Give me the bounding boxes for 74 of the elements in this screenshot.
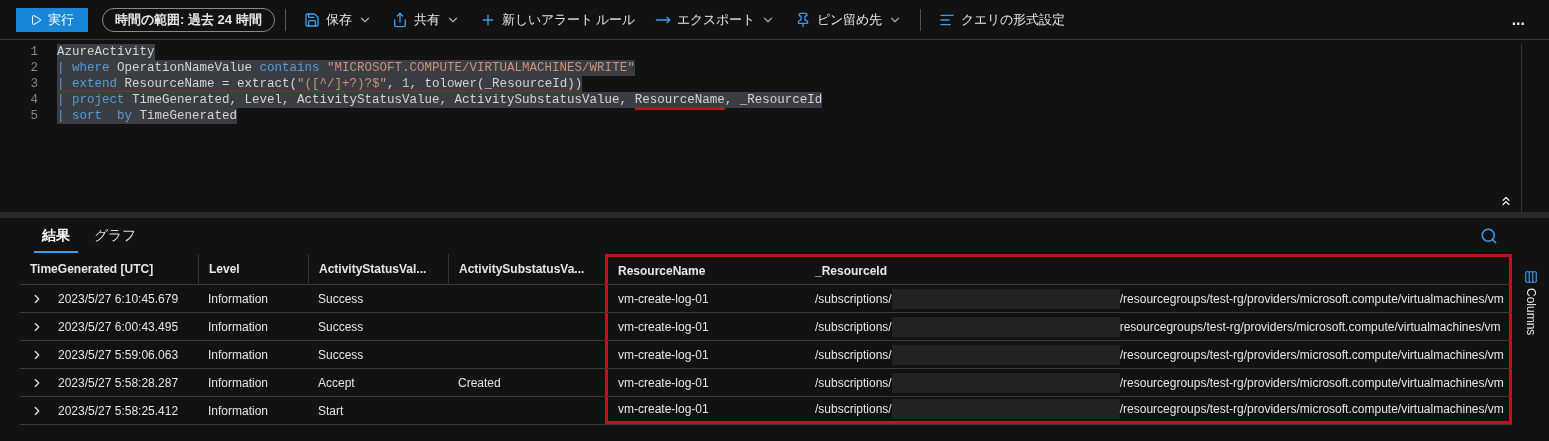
- table-cell-text: Information: [208, 290, 269, 308]
- table-cell-text: Information: [208, 346, 269, 364]
- table-cell-text: /subscriptions/: [815, 290, 892, 308]
- code-token: |: [57, 93, 66, 107]
- table-cell-text: /resourcegroups/test-rg/providers/microsoft.compute/virtualmachines/vm: [1119, 290, 1504, 308]
- table-cell-text: 2023/5/27 5:58:25.412: [58, 402, 179, 420]
- run-button[interactable]: 実行: [16, 7, 88, 32]
- table-cell-text: /subscriptions/: [815, 374, 892, 392]
- results-tab[interactable]: 結果: [34, 219, 78, 253]
- line-number: 3: [29, 76, 39, 92]
- table-cell-text: 2023/5/27 6:00:43.495: [58, 318, 179, 336]
- code-token: OperationNameValue: [116, 61, 254, 75]
- line-number: 4: [29, 92, 39, 108]
- table-cell-text: Success: [318, 290, 364, 308]
- table-cell-text: Success: [318, 346, 364, 364]
- table-cell-text: vm-create-log-01: [618, 374, 709, 392]
- table-cell-text: Information: [208, 374, 269, 392]
- table-cell-text: Information: [208, 318, 269, 336]
- table-cell-text: vm-create-log-01: [618, 318, 709, 336]
- code-token: AzureActivity: [57, 45, 155, 59]
- line-number: 2: [29, 60, 39, 76]
- table-cell-text: Success: [318, 318, 364, 336]
- table-cell-text: /resourcegroups/test-rg/providers/microsoft.compute/virtualmachines/vm: [1119, 346, 1504, 364]
- code-token: |: [57, 109, 66, 123]
- column-header[interactable]: Level: [198, 254, 308, 284]
- collapse-icon[interactable]: [1499, 194, 1513, 208]
- table-cell-text: Created: [458, 374, 501, 392]
- more-button[interactable]: ...: [1503, 7, 1533, 32]
- column-header[interactable]: ResourceName: [605, 254, 805, 284]
- search-icon[interactable]: [1480, 227, 1498, 245]
- table-cell-text: Accept: [318, 374, 355, 392]
- column-header[interactable]: ActivitySubstatusVa...: [448, 254, 605, 284]
- play-icon: [30, 13, 42, 26]
- code-token: project: [72, 93, 125, 107]
- table-cell-text: 2023/5/27 5:59:06.063: [58, 346, 179, 364]
- table-cell-text: /subscriptions/: [815, 401, 892, 418]
- table-cell-text: /resourcegroups/test-rg/providers/microsoft.compute/virtualmachines/vm: [1119, 374, 1504, 392]
- table-cell-text: vm-create-log-01: [618, 290, 709, 308]
- table-cell-text: Information: [208, 402, 269, 420]
- columns-icon: [1523, 270, 1538, 284]
- toolbar-button[interactable]: ピン留め先: [787, 5, 911, 34]
- column-header[interactable]: _ResourceId: [805, 254, 1512, 284]
- table-cell-text: vm-create-log-01: [618, 401, 709, 418]
- code-token: where: [72, 61, 110, 75]
- table-cell-text: 2023/5/27 6:10:45.679: [58, 290, 179, 308]
- code-token: ResourceName: [634, 93, 725, 110]
- table-cell-text: /subscriptions/: [815, 318, 892, 336]
- table-cell-text: /subscriptions/: [815, 346, 892, 364]
- results-tab[interactable]: グラフ: [86, 219, 144, 253]
- code-token: TimeGenerated: [138, 109, 238, 123]
- line-number: 1: [29, 44, 39, 60]
- columns-panel-tab[interactable]: Columns: [1512, 218, 1549, 441]
- toolbar-button[interactable]: 共有: [383, 5, 468, 34]
- toolbar-button[interactable]: 保存: [295, 5, 380, 34]
- share-icon: [391, 11, 408, 28]
- table-cell-text: 2023/5/27 5:58:28.287: [58, 374, 179, 392]
- table-cell-text: resourcegroups/test-rg/providers/microsoft.compute/virtualmachines/vm: [1119, 318, 1501, 336]
- code-token: contains: [259, 61, 320, 75]
- column-header[interactable]: TimeGenerated [UTC]: [20, 254, 198, 284]
- line-number: 5: [29, 108, 39, 124]
- code-token: sort: [72, 109, 103, 123]
- toolbar-button[interactable]: クエリの形式設定: [931, 5, 1074, 34]
- toolbar-button[interactable]: エクスポート: [647, 5, 784, 34]
- code-token: |: [57, 61, 66, 75]
- column-header[interactable]: ActivityStatusVal...: [308, 254, 448, 284]
- code-token: by: [116, 109, 133, 123]
- toolbar-button[interactable]: 新しいアラート ルール: [471, 5, 644, 34]
- table-cell-text: /resourcegroups/test-rg/providers/microsoft.compute/virtualmachines/vm: [1119, 401, 1504, 418]
- save-icon: [303, 11, 320, 28]
- table-cell-text: Start: [318, 402, 344, 420]
- code-token: , _ResourceId: [724, 93, 823, 107]
- table-cell-text: vm-create-log-01: [618, 346, 709, 364]
- code-token: "MICROSOFT.COMPUTE/VIRTUALMACHINES/WRITE": [326, 61, 635, 75]
- code-token: TimeGenerated, Level, ActivityStatusValue, ActivitySubstatusValue,: [131, 93, 629, 107]
